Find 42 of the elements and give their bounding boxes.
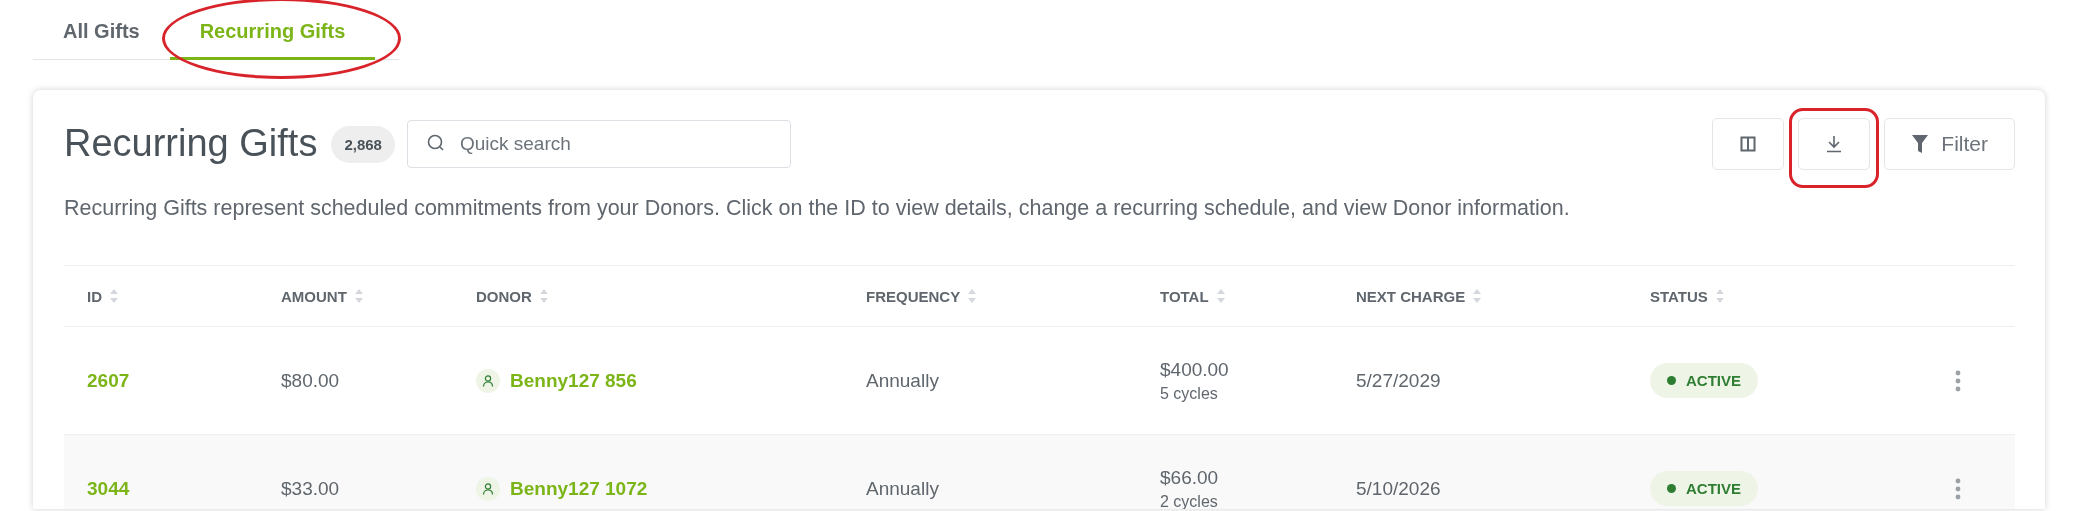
column-header[interactable]: STATUS: [1650, 287, 1708, 305]
download-icon: [1825, 135, 1844, 153]
tab[interactable]: All Gifts: [33, 20, 170, 60]
search-field[interactable]: Quick search: [406, 120, 791, 168]
columns-icon: [1740, 136, 1757, 152]
cycle-count: 2 cycles: [1160, 492, 1219, 509]
status-badge: ACTIVE: [1650, 363, 1758, 398]
column-header[interactable]: AMOUNT: [281, 287, 347, 305]
amount-cell-text: $80.00: [281, 369, 341, 392]
download-button[interactable]: [1798, 118, 1871, 170]
search-icon: [426, 134, 445, 152]
sort-icon[interactable]: [1216, 289, 1225, 303]
sort-icon[interactable]: [1715, 289, 1724, 303]
cycle-count: 5 cycles: [1160, 384, 1219, 403]
person-icon: [476, 476, 500, 501]
column-header[interactable]: ID: [87, 287, 102, 305]
filter-icon: [1911, 134, 1930, 154]
sort-icon[interactable]: [968, 289, 977, 303]
total-amount: $66.00: [1160, 466, 1220, 489]
column-header[interactable]: NEXT CHARGE: [1356, 287, 1466, 305]
sort-icon[interactable]: [1473, 289, 1482, 303]
column-header[interactable]: FREQUENCY: [866, 287, 961, 305]
status-badge: ACTIVE: [1650, 471, 1758, 506]
next-charge-date: 5/10/2026: [1356, 477, 1442, 500]
person-icon: [476, 368, 500, 393]
sort-icon[interactable]: [110, 289, 118, 303]
more-options-icon[interactable]: [1955, 369, 1961, 392]
total-amount: $400.00: [1160, 358, 1230, 381]
next-charge-date: 5/27/2029: [1356, 369, 1442, 392]
filter-button[interactable]: Filter: [1884, 118, 2015, 170]
more-options-icon[interactable]: [1955, 477, 1961, 500]
count-badge: 2,868: [331, 125, 395, 163]
frequency-cell-text: Annually: [866, 369, 940, 392]
frequency-cell-text: Annually: [866, 477, 940, 500]
column-header[interactable]: DONOR: [476, 287, 532, 305]
page-title: Recurring Gifts: [64, 121, 318, 167]
description: Recurring Gifts represent scheduled commitments from your Donors. Click on the ID to view details, change a recurring schedule, and view Donor information.: [64, 196, 1571, 221]
sort-icon[interactable]: [539, 289, 548, 303]
columns-button[interactable]: [1712, 118, 1785, 170]
amount-cell-text: $33.00: [281, 477, 341, 500]
column-header[interactable]: TOTAL: [1160, 287, 1209, 305]
sort-icon[interactable]: [354, 289, 363, 303]
